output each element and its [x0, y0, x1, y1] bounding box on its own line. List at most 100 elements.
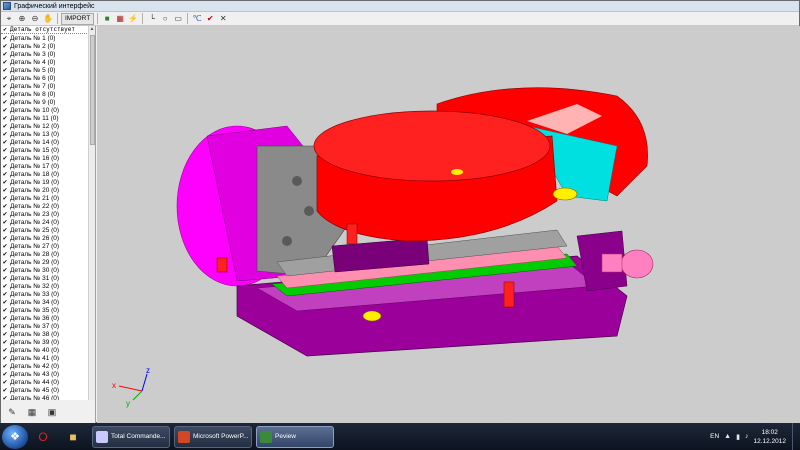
tree-item[interactable]: ✔ Деталь № 3 (0) [1, 50, 89, 58]
checkbox[interactable]: ✔ [2, 147, 8, 154]
checkbox[interactable]: ✔ [2, 211, 8, 218]
close-icon[interactable]: ✕ [217, 13, 229, 25]
tree-header-row[interactable]: ✔ Деталь отсутствует [1, 26, 89, 34]
tree-item[interactable]: ✔ Деталь № 27 (0) [1, 242, 89, 250]
tree-item[interactable]: ✔ Деталь № 45 (0) [1, 386, 89, 394]
scroll-up-icon[interactable]: ▲ [89, 26, 95, 33]
tree-item[interactable]: ✔ Деталь № 8 (0) [1, 90, 89, 98]
tree-item[interactable]: ✔ Деталь № 13 (0) [1, 130, 89, 138]
tree-item[interactable]: ✔ Деталь № 16 (0) [1, 154, 89, 162]
tree-item[interactable]: ✔ Деталь № 21 (0) [1, 194, 89, 202]
tree-item[interactable]: ✔ Деталь № 34 (0) [1, 298, 89, 306]
checkbox[interactable]: ✔ [2, 75, 8, 82]
tray-arrow-icon[interactable]: ▲ [724, 433, 731, 440]
checkbox[interactable]: ✔ [2, 155, 8, 162]
tree-item[interactable]: ✔ Деталь № 35 (0) [1, 306, 89, 314]
checkbox[interactable]: ✔ [2, 347, 8, 354]
checkbox[interactable]: ✔ [2, 315, 8, 322]
tree-item[interactable]: ✔ Деталь № 9 (0) [1, 98, 89, 106]
tree-item[interactable]: ✔ Деталь № 43 (0) [1, 370, 89, 378]
checkbox[interactable]: ✔ [2, 275, 8, 282]
photo-icon[interactable]: ▣ [46, 406, 58, 418]
axis-icon[interactable]: └ [146, 13, 158, 25]
tree-item[interactable]: ✔ Деталь № 24 (0) [1, 218, 89, 226]
flash-icon[interactable]: ⚡ [127, 13, 139, 25]
tree-item[interactable]: ✔ Деталь № 12 (0) [1, 122, 89, 130]
checkbox[interactable]: ✔ [2, 163, 8, 170]
checkbox[interactable]: ✔ [2, 339, 8, 346]
tree-item[interactable]: ✔ Деталь № 38 (0) [1, 330, 89, 338]
table-icon[interactable]: ▦ [26, 406, 38, 418]
tree-item[interactable]: ✔ Деталь № 18 (0) [1, 170, 89, 178]
checkbox[interactable]: ✔ [2, 243, 8, 250]
checkbox[interactable]: ✔ [2, 83, 8, 90]
scroll-thumb[interactable] [90, 35, 95, 145]
tree-item[interactable]: ✔ Деталь № 22 (0) [1, 202, 89, 210]
taskbar-task[interactable]: Peview [256, 425, 334, 448]
checkbox[interactable]: ✔ [2, 363, 8, 370]
explorer-folder-icon[interactable]: ■ [58, 425, 88, 449]
zoom-in-icon[interactable]: ⊕ [16, 13, 28, 25]
checkbox[interactable]: ✔ [2, 67, 8, 74]
zoom-region-icon[interactable]: ⌖ [3, 13, 15, 25]
show-desktop-button[interactable] [792, 423, 800, 450]
zoom-out-icon[interactable]: ⊖ [29, 13, 41, 25]
opera-icon[interactable]: O [28, 425, 58, 449]
tree-item[interactable]: ✔ Деталь № 19 (0) [1, 178, 89, 186]
grid-icon[interactable]: ▦ [114, 13, 126, 25]
start-button[interactable]: ❖ [2, 424, 28, 449]
pan-icon[interactable]: ✋ [42, 13, 54, 25]
tree-item[interactable]: ✔ Деталь № 11 (0) [1, 114, 89, 122]
checkbox[interactable]: ✔ [2, 387, 8, 394]
accept-icon[interactable]: ✔ [204, 13, 216, 25]
tree-item[interactable]: ✔ Деталь № 23 (0) [1, 210, 89, 218]
checkbox[interactable]: ✔ [2, 299, 8, 306]
checkbox[interactable]: ✔ [2, 123, 8, 130]
tree-item[interactable]: ✔ Деталь № 2 (0) [1, 42, 89, 50]
tree-item[interactable]: ✔ Деталь № 39 (0) [1, 338, 89, 346]
tree-item[interactable]: ✔ Деталь № 17 (0) [1, 162, 89, 170]
tree-item[interactable]: ✔ Деталь № 5 (0) [1, 66, 89, 74]
checkbox[interactable]: ✔ [2, 331, 8, 338]
tree-item[interactable]: ✔ Деталь № 4 (0) [1, 58, 89, 66]
checkbox[interactable]: ✔ [2, 115, 8, 122]
tree-scrollbar[interactable]: ▲ [88, 26, 95, 400]
checkbox[interactable]: ✔ [2, 203, 8, 210]
checkbox[interactable]: ✔ [2, 131, 8, 138]
checkbox[interactable]: ✔ [2, 26, 8, 33]
clock[interactable]: 18:02 12.12.2012 [753, 428, 786, 446]
taskbar-task[interactable]: Microsoft PowerP... [174, 425, 252, 448]
tree-item[interactable]: ✔ Деталь № 20 (0) [1, 186, 89, 194]
checkbox[interactable]: ✔ [2, 371, 8, 378]
tree-item[interactable]: ✔ Деталь № 15 (0) [1, 146, 89, 154]
circle-icon[interactable]: ○ [159, 13, 171, 25]
checkbox[interactable]: ✔ [2, 267, 8, 274]
network-icon[interactable]: ▮ [736, 433, 740, 441]
checkbox[interactable]: ✔ [2, 171, 8, 178]
tree-item[interactable]: ✔ Деталь № 44 (0) [1, 378, 89, 386]
checkbox[interactable]: ✔ [2, 379, 8, 386]
tree-item[interactable]: ✔ Деталь № 31 (0) [1, 274, 89, 282]
checkbox[interactable]: ✔ [2, 187, 8, 194]
import-button[interactable]: IMPORT [61, 12, 95, 25]
tree-item[interactable]: ✔ Деталь № 28 (0) [1, 250, 89, 258]
checkbox[interactable]: ✔ [2, 43, 8, 50]
checkbox[interactable]: ✔ [2, 259, 8, 266]
tree-item[interactable]: ✔ Деталь № 30 (0) [1, 266, 89, 274]
tree-item[interactable]: ✔ Деталь № 25 (0) [1, 226, 89, 234]
tree-item[interactable]: ✔ Деталь № 32 (0) [1, 282, 89, 290]
tree-item[interactable]: ✔ Деталь № 40 (0) [1, 346, 89, 354]
checkbox[interactable]: ✔ [2, 179, 8, 186]
checkbox[interactable]: ✔ [2, 323, 8, 330]
checkbox[interactable]: ✔ [2, 35, 8, 42]
tree-item[interactable]: ✔ Деталь № 14 (0) [1, 138, 89, 146]
tree-item[interactable]: ✔ Деталь № 7 (0) [1, 82, 89, 90]
checkbox[interactable]: ✔ [2, 291, 8, 298]
checkbox[interactable]: ✔ [2, 139, 8, 146]
volume-icon[interactable]: ♪ [745, 433, 749, 440]
checkbox[interactable]: ✔ [2, 91, 8, 98]
language-indicator[interactable]: EN [710, 433, 719, 440]
taskbar-task[interactable]: Total Commande... [92, 425, 170, 448]
checkbox[interactable]: ✔ [2, 355, 8, 362]
tree-item[interactable]: ✔ Деталь № 37 (0) [1, 322, 89, 330]
